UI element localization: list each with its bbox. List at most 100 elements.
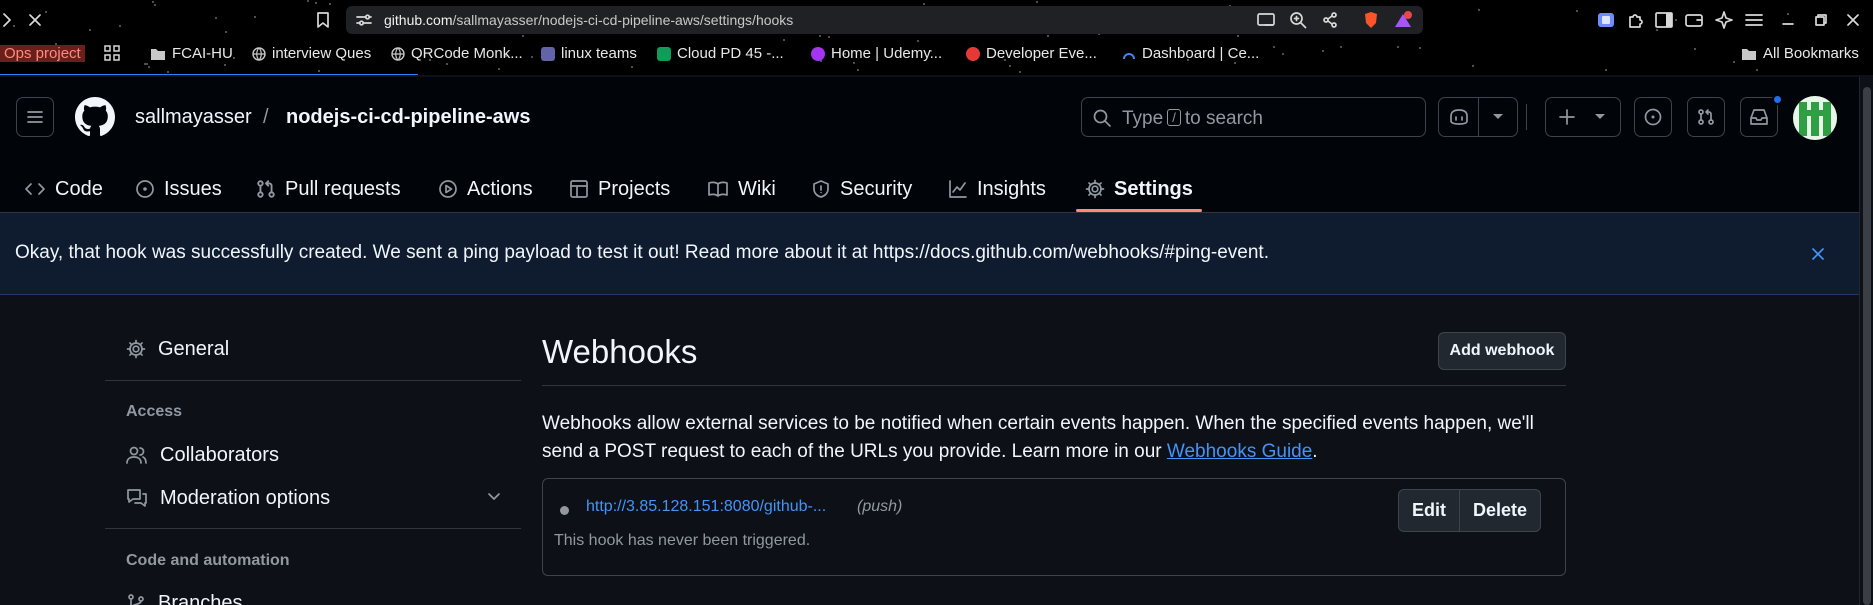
flash-notice: Okay, that hook was successfully created… — [0, 213, 1859, 295]
bookmark-label: QRCode Monk... — [411, 45, 523, 62]
edit-hook-button[interactable]: Edit — [1399, 490, 1460, 531]
issue-opened-icon — [136, 180, 154, 198]
bookmark-dashboard[interactable]: Dashboard | Ce... — [1122, 45, 1259, 62]
restore-icon[interactable] — [1810, 9, 1832, 31]
bookmark-interview-ques[interactable]: interview Ques — [252, 45, 371, 62]
globe-icon — [391, 46, 405, 61]
sidebar-heading-access: Access — [126, 403, 183, 420]
zoom-icon[interactable] — [1288, 11, 1308, 29]
cloud-icon — [1123, 52, 1135, 59]
tab-actions[interactable]: Actions — [438, 171, 533, 207]
sidebar-item-moderation-options[interactable]: Moderation options — [126, 483, 501, 513]
webhooks-guide-link[interactable]: Webhooks Guide — [1167, 441, 1312, 462]
bookmark-udemy[interactable]: Home | Udemy... — [811, 45, 942, 62]
bookmark-ops-project[interactable]: Ops project — [0, 45, 85, 62]
pull-requests-button[interactable] — [1687, 97, 1725, 137]
tab-security[interactable]: Security — [811, 171, 912, 207]
sidebar-item-general[interactable]: General — [126, 334, 229, 364]
address-bar[interactable]: github.com/sallmayasser/nodejs-ci-cd-pip… — [346, 6, 1423, 34]
tab-label: Settings — [1114, 177, 1193, 200]
tab-pull-requests[interactable]: Pull requests — [256, 171, 401, 207]
tab-scroll-left-icon[interactable] — [0, 10, 14, 30]
hook-url-link[interactable]: http://3.85.128.151:8080/github-... — [586, 498, 826, 516]
menu-icon[interactable] — [1743, 9, 1765, 31]
search-input[interactable]: Type / to search — [1081, 97, 1426, 137]
sidebar-item-label: Moderation options — [160, 486, 331, 509]
sidebar-divider — [105, 528, 521, 529]
close-icon[interactable] — [1806, 242, 1830, 266]
flash-message: Okay, that hook was successfully created… — [15, 242, 1269, 263]
chevron-down-icon — [1493, 114, 1503, 119]
star-dot — [167, 71, 169, 73]
git-pull-request-icon — [257, 180, 275, 198]
bookmark-cloud-pd[interactable]: Cloud PD 45 -... — [657, 45, 784, 62]
create-new-button[interactable] — [1545, 97, 1621, 137]
global-nav-menu-button[interactable] — [16, 97, 54, 137]
tab-code[interactable]: Code — [24, 171, 103, 207]
bookmark-label: Developer Eve... — [986, 45, 1097, 62]
sidebar-item-branches[interactable]: Branches — [126, 588, 243, 605]
minimize-icon[interactable] — [1777, 9, 1799, 31]
browser-chrome: github.com/sallmayasser/nodejs-ci-cd-pip… — [0, 0, 1873, 75]
tab-settings[interactable]: Settings — [1085, 171, 1193, 207]
people-icon — [126, 446, 147, 464]
brave-rewards-icon[interactable] — [1392, 9, 1414, 31]
tab-issues[interactable]: Issues — [135, 171, 222, 207]
avatar[interactable] — [1793, 96, 1837, 140]
copilot-icon — [1449, 109, 1468, 125]
share-icon[interactable] — [1320, 11, 1340, 29]
site-settings-icon[interactable] — [356, 12, 372, 28]
repo-path-separator: / — [263, 106, 269, 128]
bookmark-page-icon[interactable] — [312, 9, 334, 31]
sheets-icon — [657, 46, 671, 61]
all-bookmarks[interactable]: All Bookmarks — [1741, 45, 1859, 62]
delete-hook-button[interactable]: Delete — [1460, 490, 1540, 531]
leo-ai-icon[interactable] — [1713, 9, 1735, 31]
page-scrollbar[interactable] — [1859, 77, 1873, 605]
sidebar-toggle-icon[interactable] — [1653, 9, 1675, 31]
repo-name-link[interactable]: nodejs-ci-cd-pipeline-aws — [286, 106, 530, 129]
plus-icon — [1559, 109, 1575, 125]
stop-loading-icon[interactable] — [24, 9, 46, 31]
issues-button[interactable] — [1634, 97, 1672, 137]
bookmark-fcai-hu[interactable]: FCAI-HU — [150, 45, 233, 62]
bookmark-label: FCAI-HU — [172, 45, 233, 62]
star-dot — [1756, 69, 1758, 71]
bookmark-linux-teams[interactable]: linux teams — [541, 45, 637, 62]
extensions-icon[interactable] — [1625, 9, 1647, 31]
tab-projects[interactable]: Projects — [569, 171, 670, 207]
hook-status-dot — [560, 506, 569, 515]
bookmark-label: Cloud PD 45 -... — [677, 45, 784, 62]
graph-icon — [949, 180, 967, 198]
hook-status-text: This hook has never been triggered. — [554, 532, 811, 549]
title-divider — [542, 385, 1566, 386]
code-icon — [25, 183, 45, 195]
page-load-progress — [0, 74, 418, 75]
apps-grid-icon[interactable] — [104, 45, 120, 61]
notification-dot — [1772, 94, 1783, 105]
copilot-button[interactable] — [1438, 97, 1518, 137]
repo-owner-link[interactable]: sallmayasser — [135, 106, 252, 129]
star-dot — [318, 70, 320, 72]
sidebar-item-label: Branches — [158, 591, 243, 605]
cast-icon[interactable] — [1256, 11, 1276, 29]
close-window-icon[interactable] — [1842, 9, 1864, 31]
bookmark-qrcode-monkey[interactable]: QRCode Monk... — [391, 45, 523, 62]
sidebar-item-collaborators[interactable]: Collaborators — [126, 440, 279, 470]
brave-shields-icon[interactable] — [1362, 10, 1380, 30]
wallet-icon[interactable] — [1683, 9, 1705, 31]
bookmark-developer-events[interactable]: Developer Eve... — [966, 45, 1097, 62]
star-dot — [1605, 69, 1607, 71]
tab-label: Insights — [977, 177, 1046, 200]
url-text: github.com/sallmayasser/nodejs-ci-cd-pip… — [384, 12, 794, 28]
tab-insights[interactable]: Insights — [948, 171, 1046, 207]
extension-app-icon[interactable] — [1595, 9, 1617, 31]
add-webhook-button[interactable]: Add webhook — [1438, 332, 1566, 370]
tab-wiki[interactable]: Wiki — [707, 171, 776, 207]
bookmark-label: interview Ques — [272, 45, 372, 62]
tab-label: Code — [55, 177, 103, 200]
github-logo-icon[interactable] — [75, 97, 115, 137]
scrollbar-thumb[interactable] — [1863, 87, 1871, 605]
book-icon — [708, 181, 728, 197]
git-branch-icon — [128, 594, 144, 605]
